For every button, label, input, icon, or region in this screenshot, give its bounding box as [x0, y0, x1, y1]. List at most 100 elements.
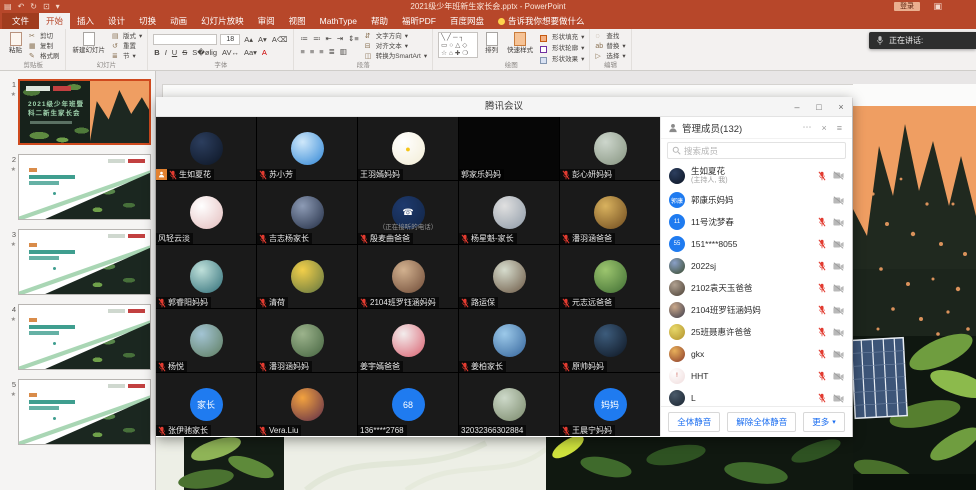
- participant-tile[interactable]: 32032366302884: [459, 373, 559, 436]
- panel-footer-button[interactable]: 全体静音: [668, 412, 720, 432]
- member-row[interactable]: 11 11号沈梦春: [661, 211, 852, 233]
- participant-tile[interactable]: 潘羽涵妈妈: [257, 309, 357, 372]
- ribbon-tab-idx8[interactable]: 视图: [282, 13, 313, 29]
- member-camera-off-icon[interactable]: [833, 171, 844, 180]
- login-button[interactable]: 登录: [894, 2, 920, 11]
- slide-thumbnail[interactable]: 5 ★: [2, 379, 152, 445]
- member-camera-off-icon[interactable]: [833, 284, 844, 293]
- font-size-select[interactable]: 18: [220, 34, 240, 45]
- justify-icon[interactable]: ≣: [328, 47, 336, 57]
- member-camera-off-icon[interactable]: [833, 240, 844, 249]
- meeting-titlebar[interactable]: 腾讯会议 – □ ×: [156, 97, 852, 117]
- participant-tile[interactable]: 郭家乐妈妈: [459, 117, 559, 180]
- ribbon-tab-idx3[interactable]: 设计: [101, 13, 132, 29]
- member-row[interactable]: 2102袁天玉爸爸: [661, 277, 852, 299]
- font-name-select[interactable]: [153, 34, 217, 45]
- shape-outline-button[interactable]: 形状轮廓▾: [540, 45, 584, 53]
- participant-tile[interactable]: ● 王羽嫣妈妈: [358, 117, 458, 180]
- align-left-icon[interactable]: ≡: [299, 47, 305, 57]
- align-right-icon[interactable]: ≡: [318, 47, 324, 57]
- member-mic-muted-icon[interactable]: [818, 283, 826, 293]
- ribbon-tab-idx11[interactable]: 福昕PDF: [395, 13, 443, 29]
- member-camera-off-icon[interactable]: [833, 306, 844, 315]
- panel-menu-icon[interactable]: ≡: [834, 123, 845, 133]
- font-color-icon[interactable]: A: [261, 48, 268, 58]
- case-icon[interactable]: Aa▾: [243, 48, 258, 58]
- meeting-minimize-button[interactable]: –: [786, 97, 808, 117]
- bullets-icon[interactable]: ≔: [299, 34, 309, 44]
- member-camera-off-icon[interactable]: [833, 328, 844, 337]
- participant-tile[interactable]: 生如夏花: [156, 117, 256, 180]
- member-mic-muted-icon[interactable]: [818, 393, 826, 403]
- member-camera-off-icon[interactable]: [833, 262, 844, 271]
- numbering-icon[interactable]: ≕: [312, 34, 322, 44]
- participant-tile[interactable]: 元志远爸爸: [560, 245, 660, 308]
- member-mic-muted-icon[interactable]: [818, 239, 826, 249]
- shapes-gallery[interactable]: ╲╱─┐▭○△◇☆⌂✚❍: [438, 32, 478, 58]
- meeting-close-button[interactable]: ×: [830, 97, 852, 117]
- member-mic-muted-icon[interactable]: [818, 327, 826, 337]
- member-row[interactable]: ! HHT: [661, 365, 852, 387]
- participant-tile[interactable]: 68 136****2768: [358, 373, 458, 436]
- ribbon-tab-idx4[interactable]: 切换: [132, 13, 163, 29]
- columns-icon[interactable]: ▥: [339, 47, 348, 57]
- ribbon-tab-idx1[interactable]: 开始: [39, 13, 70, 29]
- layout-button[interactable]: ▤版式▾: [112, 33, 142, 41]
- member-camera-off-icon[interactable]: [833, 394, 844, 403]
- member-row[interactable]: gkx: [661, 343, 852, 365]
- line-spacing-icon[interactable]: ⇕≡: [347, 34, 360, 44]
- ribbon-tab-idx12[interactable]: 百度网盘: [443, 13, 491, 29]
- paste-button[interactable]: 粘贴: [7, 32, 24, 54]
- member-row[interactable]: 55 151****8055: [661, 233, 852, 255]
- clear-format-icon[interactable]: A⌫: [271, 35, 289, 45]
- participant-tile[interactable]: 清荷: [257, 245, 357, 308]
- slide-thumbnail-image[interactable]: [18, 379, 151, 445]
- find-button[interactable]: ◌查找: [595, 33, 625, 41]
- slide-thumbnail[interactable]: 2 ★: [2, 154, 152, 220]
- italic-button[interactable]: I: [164, 48, 168, 58]
- copy-button[interactable]: ▦复制: [29, 43, 60, 51]
- bold-button[interactable]: B: [153, 48, 160, 58]
- participant-tile[interactable]: ☎ （正在接听的电话） 殷麦曲爸爸: [358, 181, 458, 244]
- member-camera-off-icon[interactable]: [833, 196, 844, 205]
- participant-tile[interactable]: 郭睿阳妈妈: [156, 245, 256, 308]
- ribbon-tab-file[interactable]: 文件: [2, 13, 39, 29]
- participant-tile[interactable]: 杨星魁-家长: [459, 181, 559, 244]
- member-mic-muted-icon[interactable]: [818, 217, 826, 227]
- panel-close-icon[interactable]: ×: [818, 123, 829, 133]
- participant-tile[interactable]: 路运保: [459, 245, 559, 308]
- window-restore-icon[interactable]: ▣: [933, 1, 942, 12]
- member-camera-off-icon[interactable]: [833, 350, 844, 359]
- member-row[interactable]: 25班聂惠许爸爸: [661, 321, 852, 343]
- member-row[interactable]: 2022sj: [661, 255, 852, 277]
- reset-button[interactable]: ↺重置: [112, 43, 142, 51]
- indent-less-icon[interactable]: ⇤: [324, 34, 332, 44]
- member-mic-muted-icon[interactable]: [818, 305, 826, 315]
- slide-thumbnail[interactable]: 1 ★ 2021级少年班暨 科二新生家长会: [2, 79, 152, 145]
- participant-tile[interactable]: 吉志杨家长: [257, 181, 357, 244]
- grow-font-icon[interactable]: A▴: [243, 35, 254, 45]
- member-row[interactable]: L: [661, 387, 852, 406]
- member-mic-muted-icon[interactable]: [818, 371, 826, 381]
- ribbon-tab-idx5[interactable]: 动画: [163, 13, 194, 29]
- char-spacing-icon[interactable]: AV↔: [221, 48, 240, 58]
- ribbon-tab-idx10[interactable]: 帮助: [364, 13, 395, 29]
- quick-styles-button[interactable]: 快速样式: [505, 32, 535, 54]
- member-search-input[interactable]: [684, 146, 841, 156]
- participant-tile[interactable]: 杨悦: [156, 309, 256, 372]
- panel-footer-button[interactable]: 解除全体静音: [727, 412, 796, 432]
- ribbon-tab-idx7[interactable]: 审阅: [251, 13, 282, 29]
- panel-more-icon[interactable]: ⋯: [799, 122, 814, 133]
- participant-tile[interactable]: 彭心妍妈妈: [560, 117, 660, 180]
- slide-thumbnail-image[interactable]: [18, 304, 151, 370]
- meeting-maximize-button[interactable]: □: [808, 97, 830, 117]
- shadow-button[interactable]: S�ølig: [191, 48, 218, 58]
- arrange-button[interactable]: 排列: [483, 32, 500, 54]
- participant-tile[interactable]: 原帅妈妈: [560, 309, 660, 372]
- ribbon-tab-idx2[interactable]: 插入: [70, 13, 101, 29]
- text-direction-button[interactable]: ⇵文字方向▾: [365, 33, 427, 41]
- participant-tile[interactable]: 苏小芳: [257, 117, 357, 180]
- participant-tile[interactable]: 家长 张伊驰家长: [156, 373, 256, 436]
- member-row[interactable]: 2104班罗钰涵妈妈: [661, 299, 852, 321]
- participant-tile[interactable]: 风轻云淡: [156, 181, 256, 244]
